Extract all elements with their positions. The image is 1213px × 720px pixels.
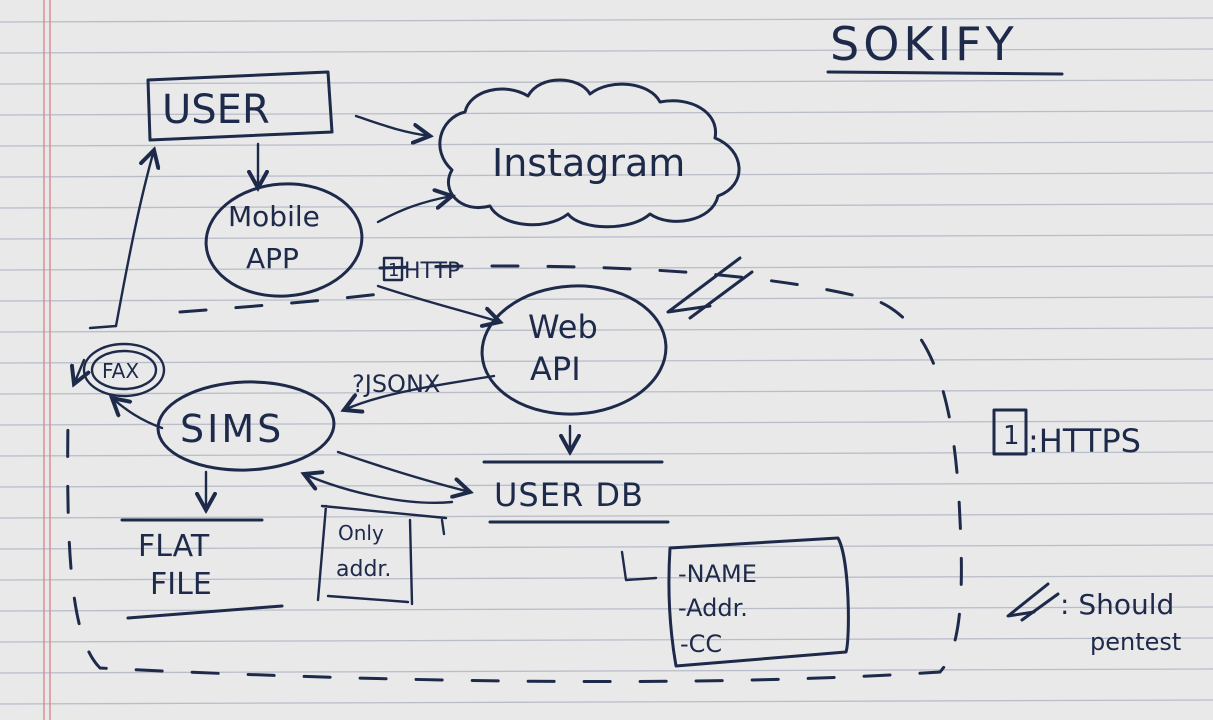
legend-pentest-text-2: pentest: [1090, 628, 1181, 656]
http-marker: 1: [388, 260, 399, 281]
user-label: USER: [162, 87, 270, 133]
mobile-app-label-1: Mobile: [228, 200, 320, 233]
mobile-app-label-2: APP: [246, 242, 299, 275]
title-text: SOKIFY: [830, 17, 1018, 71]
flat-file-label-2: FILE: [150, 567, 212, 602]
user-db-label: USER DB: [494, 476, 644, 514]
web-api-label-2: API: [530, 350, 581, 388]
notebook-page: SOKIFY USER Instagram Mobile APP Web API…: [0, 0, 1213, 720]
instagram-label: Instagram: [492, 141, 685, 185]
only-addr-label-2: addr.: [336, 557, 391, 582]
http-label: HTTP: [404, 259, 460, 284]
http-edge-label: 1 HTTP: [382, 256, 460, 284]
user-db-field-3: -CC: [680, 630, 722, 658]
flat-file-label-1: FLAT: [138, 529, 210, 564]
jsonx-label: ?JSONX: [352, 370, 440, 398]
user-db-field-2: -Addr.: [678, 594, 748, 622]
sims-label: SIMS: [180, 407, 284, 451]
legend-https-text: :HTTPS: [1028, 422, 1141, 460]
sketch-diagram: SOKIFY USER Instagram Mobile APP Web API…: [0, 0, 1213, 720]
title-underline: [826, 70, 1064, 76]
fax-label: FAX: [102, 359, 139, 383]
legend-https-marker: 1: [1003, 421, 1020, 451]
web-api-label-1: Web: [528, 308, 598, 346]
only-addr-label-1: Only: [338, 521, 384, 545]
legend-pentest-text-1: : Should: [1060, 588, 1174, 621]
user-db-field-1: -NAME: [678, 560, 757, 588]
